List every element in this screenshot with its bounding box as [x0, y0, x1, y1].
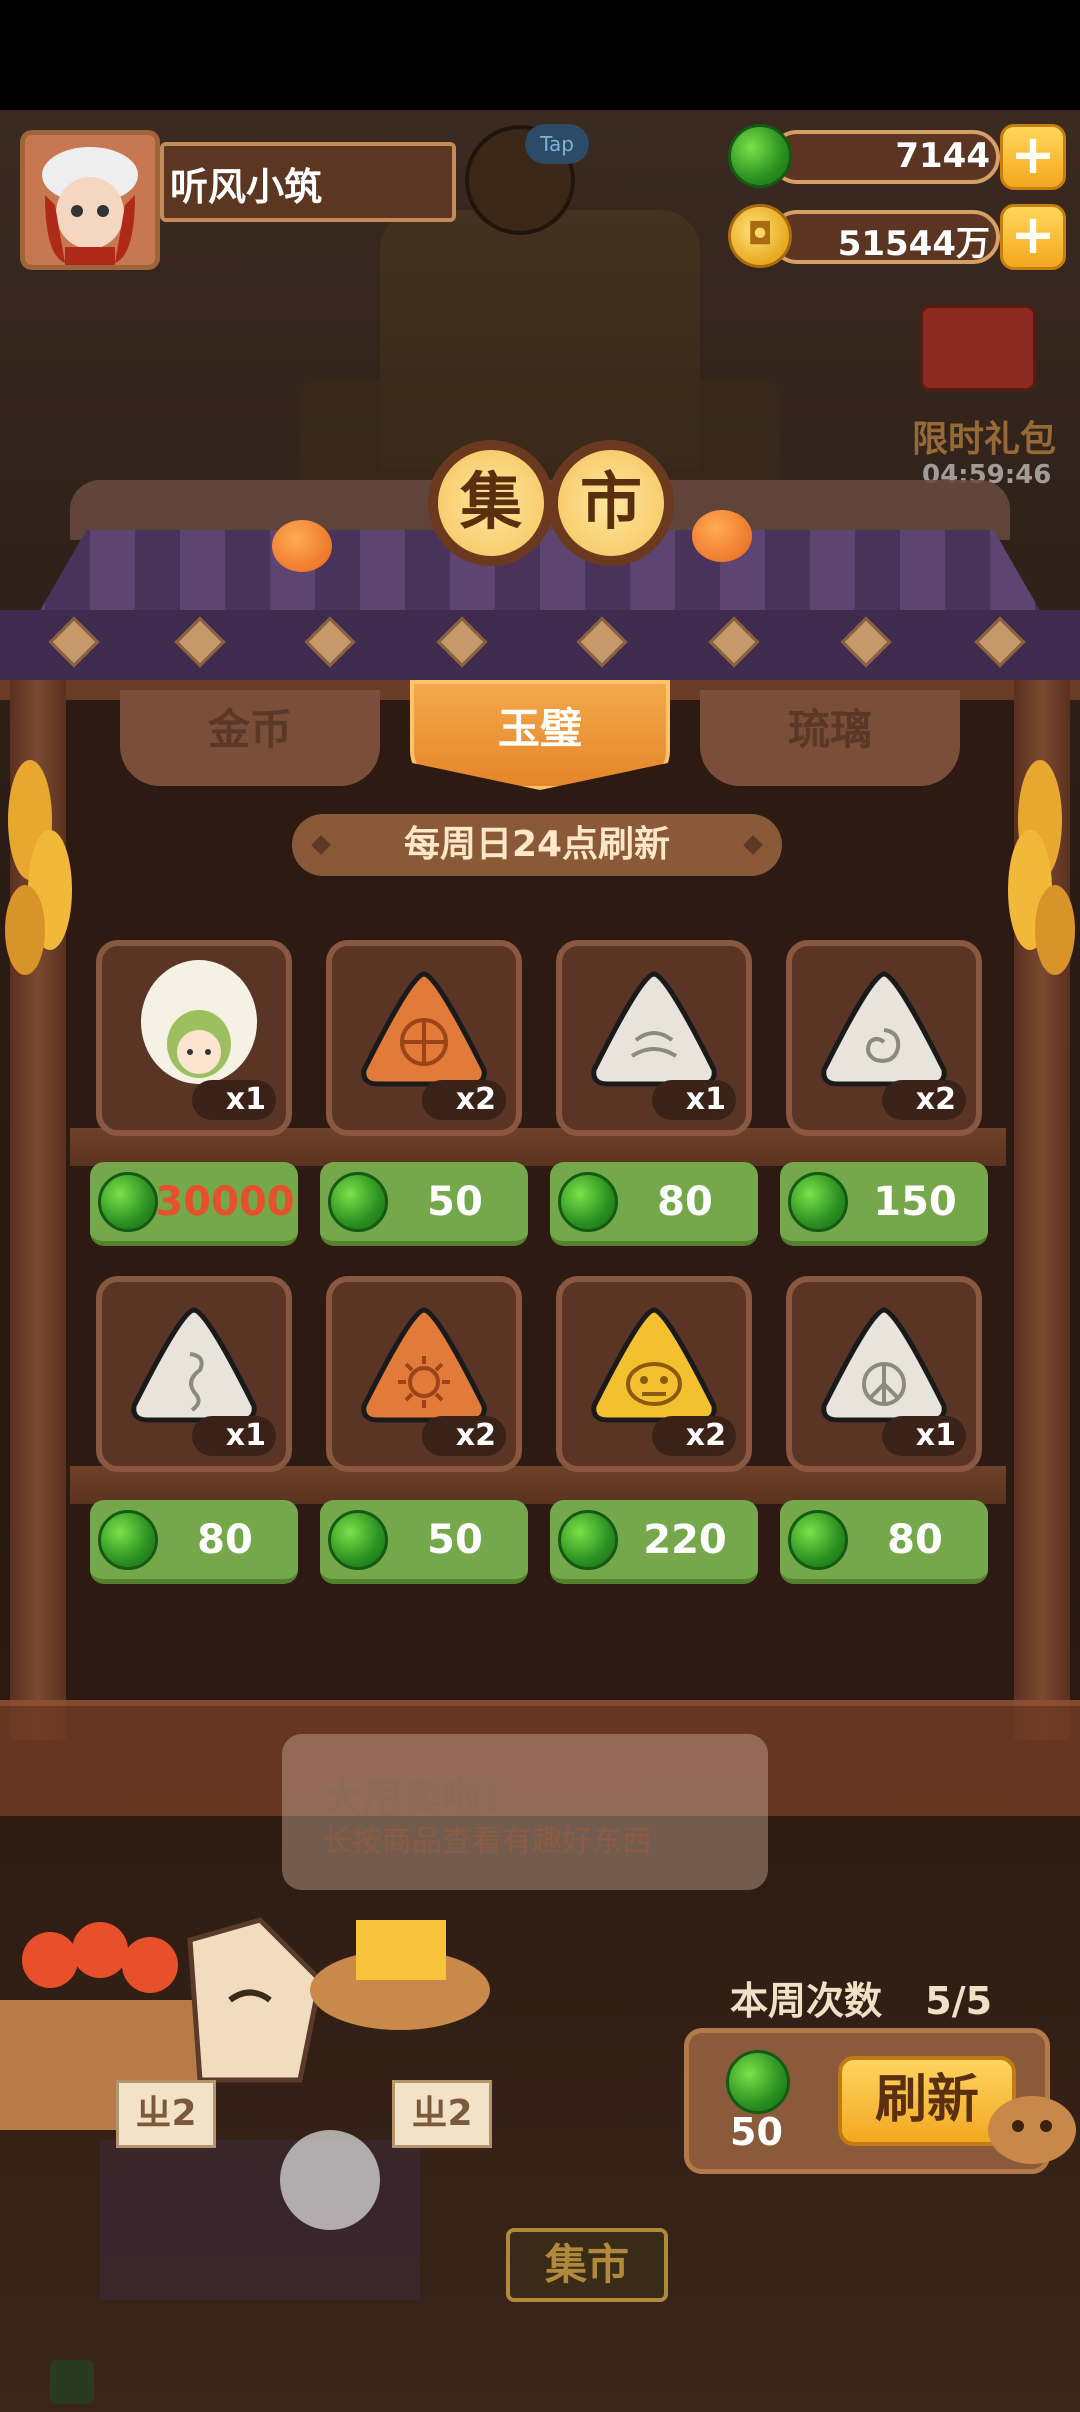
- roof-eave: [0, 610, 1080, 680]
- white-jade-wave-icon: [591, 971, 717, 1087]
- orange-jade-wheel-icon: [361, 971, 487, 1087]
- jade-amount: 7144: [895, 136, 990, 176]
- item-quantity: x2: [652, 1416, 736, 1456]
- player-avatar[interactable]: [20, 130, 160, 270]
- shop-item-5[interactable]: x1: [96, 1276, 292, 1472]
- item-quantity: x2: [422, 1080, 506, 1120]
- shop-item-6[interactable]: x2: [326, 1276, 522, 1472]
- item-price: 30000: [155, 1179, 295, 1225]
- jade-price-icon: [558, 1510, 618, 1570]
- shop-item-7[interactable]: x2: [556, 1276, 752, 1472]
- item-price: 220: [643, 1517, 727, 1563]
- tab-gold[interactable]: 金币: [120, 690, 380, 786]
- persimmon-icon: [692, 510, 752, 562]
- item-quantity: x1: [652, 1080, 736, 1120]
- jade-price-icon: [98, 1510, 158, 1570]
- weekly-count-value: 5/5: [925, 1979, 993, 2023]
- jade-price-icon: [98, 1172, 158, 1232]
- corn-decoration-icon: [1008, 760, 1075, 975]
- price-button-5[interactable]: 80: [90, 1500, 298, 1584]
- item-quantity: x1: [882, 1416, 966, 1456]
- market-sign: 集市: [506, 2228, 668, 2302]
- item-quantity: x1: [192, 1416, 276, 1456]
- add-jade-button[interactable]: +: [1000, 124, 1066, 190]
- bubble-subtext: 长按商品查看有趣好东西: [322, 1824, 652, 1859]
- jade-price-icon: [558, 1172, 618, 1232]
- gold-amount: 51544万: [837, 224, 990, 264]
- gold-jade-face-icon: [591, 1307, 717, 1423]
- price-button-1[interactable]: 30000: [90, 1162, 298, 1246]
- jade-price-icon: [788, 1510, 848, 1570]
- shop-item-3[interactable]: x1: [556, 940, 752, 1136]
- jade-price-icon: [328, 1172, 388, 1232]
- shop-item-2[interactable]: x2: [326, 940, 522, 1136]
- item-quantity: x2: [882, 1080, 966, 1120]
- banner-dot-icon: [311, 835, 331, 855]
- price-button-6[interactable]: 50: [320, 1500, 528, 1584]
- jade-price-icon: [788, 1172, 848, 1232]
- add-gold-button[interactable]: +: [1000, 204, 1066, 270]
- corner-indicator: [50, 2360, 94, 2404]
- item-price: 50: [427, 1179, 483, 1225]
- jade-price-icon: [328, 1510, 388, 1570]
- limited-gift-label[interactable]: 限时礼包: [912, 410, 1056, 462]
- weekly-refresh-banner: 每周日24点刷新: [292, 814, 782, 876]
- title-char-2: 市: [548, 440, 674, 566]
- gold-coin-icon: ◘: [728, 204, 792, 268]
- player-name: 听风小筑: [170, 165, 323, 209]
- shop-item-4[interactable]: x2: [786, 940, 982, 1136]
- mascot-icon: [988, 2096, 1076, 2164]
- banner-dot-icon: [743, 835, 763, 855]
- white-jade-spiral-icon: [821, 971, 947, 1087]
- stall-price-tag: ㄓ2: [116, 2080, 216, 2148]
- jade-currency-icon: [728, 124, 792, 188]
- item-price: 150: [873, 1179, 957, 1225]
- limited-gift-icon[interactable]: [920, 305, 1036, 391]
- price-button-8[interactable]: 80: [780, 1500, 988, 1584]
- item-price: 80: [197, 1517, 253, 1563]
- shop-item-8[interactable]: x1: [786, 1276, 982, 1472]
- price-button-7[interactable]: 220: [550, 1500, 758, 1584]
- weekly-count-label: 本周次数: [730, 1979, 883, 2023]
- price-button-3[interactable]: 80: [550, 1162, 758, 1246]
- title-char-1: 集: [428, 440, 554, 566]
- orange-jade-sun-icon: [361, 1307, 487, 1423]
- avatar-portrait-icon: [25, 135, 155, 265]
- stall-price-tag: ㄓ2: [392, 2080, 492, 2148]
- item-price: 80: [657, 1179, 713, 1225]
- weekly-count: 本周次数 5/5: [730, 1970, 992, 2025]
- refresh-cost: 50: [730, 2110, 783, 2154]
- item-quantity: x1: [192, 1080, 276, 1120]
- price-button-2[interactable]: 50: [320, 1162, 528, 1246]
- jade-cost-icon: [726, 2050, 790, 2114]
- price-button-4[interactable]: 150: [780, 1162, 988, 1246]
- tab-glaze[interactable]: 琉璃: [700, 690, 960, 786]
- status-bar: [0, 0, 1080, 110]
- item-price: 80: [887, 1517, 943, 1563]
- corn-decoration-icon: [5, 760, 72, 975]
- white-jade-snake-icon: [131, 1307, 257, 1423]
- tap-hint[interactable]: Tap: [525, 124, 589, 164]
- item-price: 50: [427, 1517, 483, 1563]
- shop-item-1[interactable]: x1: [96, 940, 292, 1136]
- persimmon-icon: [272, 520, 332, 572]
- white-jade-leaf-icon: [821, 1307, 947, 1423]
- refresh-notice-text: 每周日24点刷新: [403, 824, 671, 865]
- item-quantity: x2: [422, 1416, 506, 1456]
